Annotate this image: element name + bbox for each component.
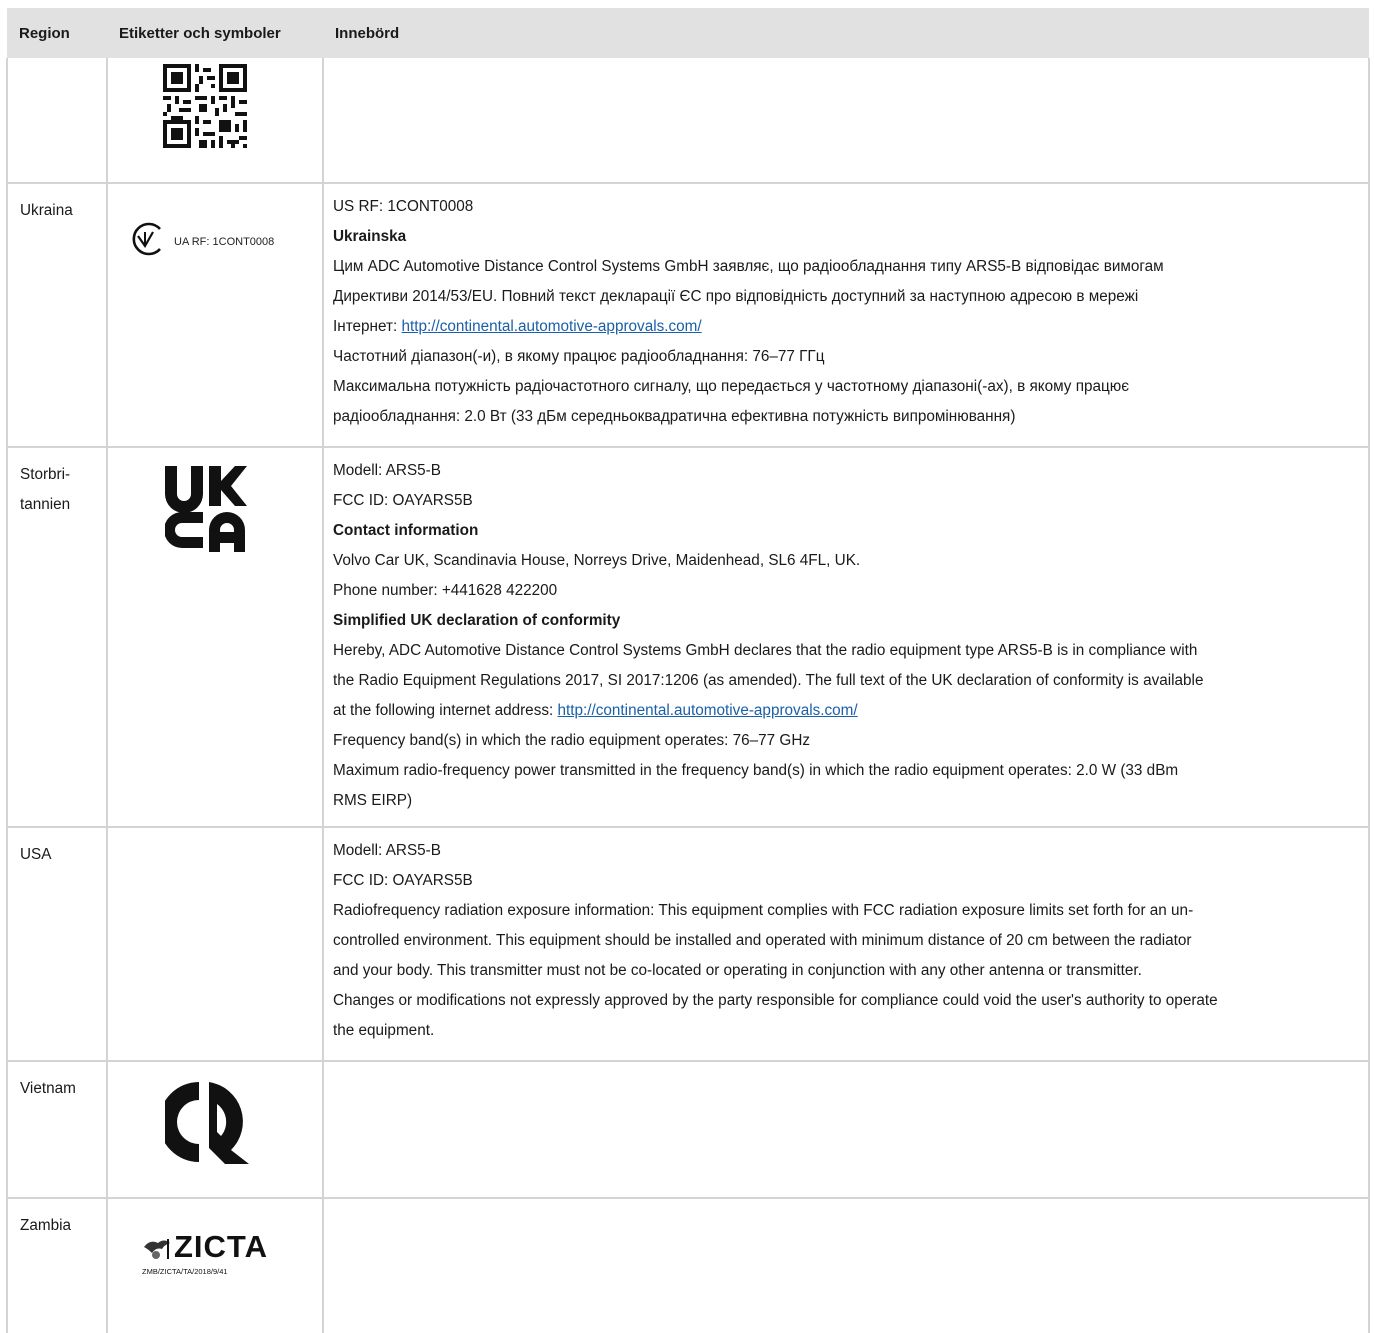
table-row: Storbri- tannien Modell: ARS5-B FCC ID: …: [6, 446, 1370, 828]
text-line: Інтернет: http://continental.automotive-…: [333, 312, 1360, 342]
zicta-wordmark: ZICTA: [174, 1229, 268, 1264]
text-line: US RF: 1CONT0008: [333, 198, 474, 215]
symbol-cell: [106, 1060, 324, 1199]
header-meaning: Innebörd: [323, 8, 1369, 58]
text-line: Maximum radio-frequency power transmitte…: [333, 762, 1179, 779]
text-span: at the following internet address:: [333, 702, 558, 719]
ukca-mark-icon: [165, 466, 247, 552]
region-vietnam: Vietnam: [6, 1060, 108, 1199]
text-line: Hereby, ADC Automotive Distance Control …: [333, 642, 1198, 659]
text-line: Frequency band(s) in which the radio equ…: [333, 732, 811, 749]
text-line: the equipment.: [333, 1022, 435, 1039]
content-ukraina: US RF: 1CONT0008 Ukrainska Цим ADC Autom…: [322, 182, 1370, 448]
text-line: the Radio Equipment Regulations 2017, SI…: [333, 672, 1204, 689]
content-storbritannien: Modell: ARS5-B FCC ID: OAYARS5B Contact …: [322, 446, 1370, 828]
text-span: Інтернет:: [333, 318, 402, 335]
text-line: Changes or modifications not expressly a…: [333, 992, 1218, 1009]
region-line: tannien: [20, 496, 71, 513]
region-usa: USA: [6, 826, 108, 1062]
ua-rf-label: UA RF: 1CONT0008: [174, 236, 275, 248]
text-line: Modell: ARS5-B: [333, 842, 441, 859]
text-line: RMS EIRP): [333, 792, 413, 809]
table-row: Zambia ZICTA ZMB/ZICTA/TA/2018/9/41: [6, 1197, 1370, 1333]
text-line: Максимальна потужність радіочастотного с…: [333, 378, 1130, 395]
text-line: Цим ADC Automotive Distance Control Syst…: [333, 258, 1164, 275]
table-row: [6, 58, 1370, 184]
content-cell: [322, 1197, 1370, 1333]
text-line: Директиви 2014/53/EU. Повний текст декла…: [333, 288, 1139, 305]
zicta-approval-code: ZMB/ZICTA/TA/2018/9/41: [142, 1267, 228, 1276]
table-header-row: Region Etiketter och symboler Innebörd: [7, 8, 1369, 58]
content-cell: [322, 1060, 1370, 1199]
symbol-cell: [106, 826, 324, 1062]
content-usa: Modell: ARS5-B FCC ID: OAYARS5B Radiofre…: [322, 826, 1370, 1062]
symbol-cell: [106, 58, 324, 184]
region-ukraina: Ukraina: [6, 182, 108, 448]
region-zambia: Zambia: [6, 1197, 108, 1333]
text-line: Volvo Car UK, Scandinavia House, Norreys…: [333, 552, 861, 569]
region-cell: [6, 58, 108, 184]
text-line: Phone number: +441628 422200: [333, 582, 558, 599]
ukrainian-conformity-icon: [132, 222, 161, 256]
text-line: радіообладнання: 2.0 Вт (33 дБм середньо…: [333, 408, 1016, 425]
text-line: FCC ID: OAYARS5B: [333, 492, 473, 509]
symbol-cell: [106, 446, 324, 828]
subheading: Ukrainska: [333, 228, 407, 245]
text-line: controlled environment. This equipment s…: [333, 932, 1192, 949]
subheading: Simplified UK declaration of conformity: [333, 612, 621, 629]
certification-table: Region Etiketter och symboler Innebörd U…: [6, 8, 1370, 1333]
symbol-cell: ZICTA ZMB/ZICTA/TA/2018/9/41: [106, 1197, 324, 1333]
symbol-cell: UA RF: 1CONT0008: [106, 182, 324, 448]
text-line: Radiofrequency radiation exposure inform…: [333, 902, 1194, 919]
header-symbols: Etiketter och symboler: [107, 8, 323, 58]
content-cell: [322, 58, 1370, 184]
approvals-link[interactable]: http://continental.automotive-approvals.…: [402, 318, 702, 335]
approvals-link[interactable]: http://continental.automotive-approvals.…: [558, 702, 858, 719]
text-line: and your body. This transmitter must not…: [333, 962, 1142, 979]
text-line: Modell: ARS5-B: [333, 462, 441, 479]
text-line: FCC ID: OAYARS5B: [333, 872, 473, 889]
text-line: at the following internet address: http:…: [333, 696, 1360, 726]
region-storbritannien: Storbri- tannien: [6, 446, 108, 828]
table-row: USA Modell: ARS5-B FCC ID: OAYARS5B Radi…: [6, 826, 1370, 1062]
subheading: Contact information: [333, 522, 479, 539]
qr-code-icon: [163, 64, 247, 148]
table-row: Vietnam: [6, 1060, 1370, 1199]
header-region: Region: [7, 8, 107, 58]
vietnam-cr-mark-icon: [165, 1082, 249, 1164]
table-row: Ukraina UA RF: 1CONT0008 US RF: 1CONT000…: [6, 182, 1370, 448]
zicta-emblem-icon: [144, 1239, 170, 1259]
region-line: Storbri-: [20, 466, 71, 483]
text-line: Частотний діапазон(-и), в якому працює р…: [333, 348, 825, 365]
